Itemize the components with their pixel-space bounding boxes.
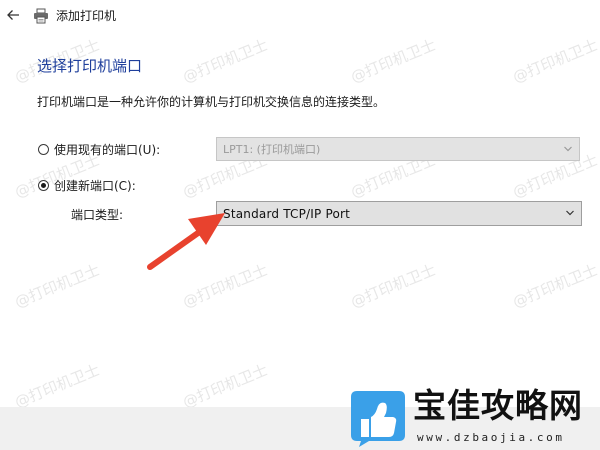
brand-logo [351,391,405,447]
brand-badge: 宝佳攻略网 www.dzbaojia.com [347,381,600,450]
port-type-value: Standard TCP/IP Port [223,206,351,221]
watermark: @打印机卫士 [348,35,439,87]
watermark: @打印机卫士 [348,260,439,312]
back-arrow-icon [7,10,19,20]
port-type-label: 端口类型: [71,208,124,222]
existing-port-value: LPT1: (打印机端口) [223,143,321,156]
chevron-down-icon [564,146,572,152]
use-existing-port-label[interactable]: 使用现有的端口(U): [54,142,160,158]
watermark: @打印机卫士 [510,260,600,312]
create-new-port-radio[interactable] [38,180,49,191]
title-bar: 添加打印机 [0,0,600,32]
watermark: @打印机卫士 [180,360,271,412]
use-existing-port-radio[interactable] [38,144,49,155]
brand-url: www.dzbaojia.com [417,431,565,444]
existing-port-select: LPT1: (打印机端口) [216,137,580,161]
watermark: @打印机卫士 [12,260,103,312]
watermark: @打印机卫士 [180,35,271,87]
brand-name: 宝佳攻略网 [413,386,583,425]
page-description: 打印机端口是一种允许你的计算机与打印机交换信息的连接类型。 [37,95,386,109]
port-type-select[interactable]: Standard TCP/IP Port [216,201,582,226]
chevron-down-icon [566,210,574,216]
window-title: 添加打印机 [56,9,117,23]
create-new-port-label[interactable]: 创建新端口(C): [54,178,136,194]
page-title: 选择打印机端口 [37,57,143,75]
watermark: @打印机卫士 [510,35,600,87]
watermark: @打印机卫士 [12,360,103,412]
printer-icon [34,8,48,24]
annotation-arrow-icon [147,213,225,270]
back-button[interactable] [2,4,24,26]
